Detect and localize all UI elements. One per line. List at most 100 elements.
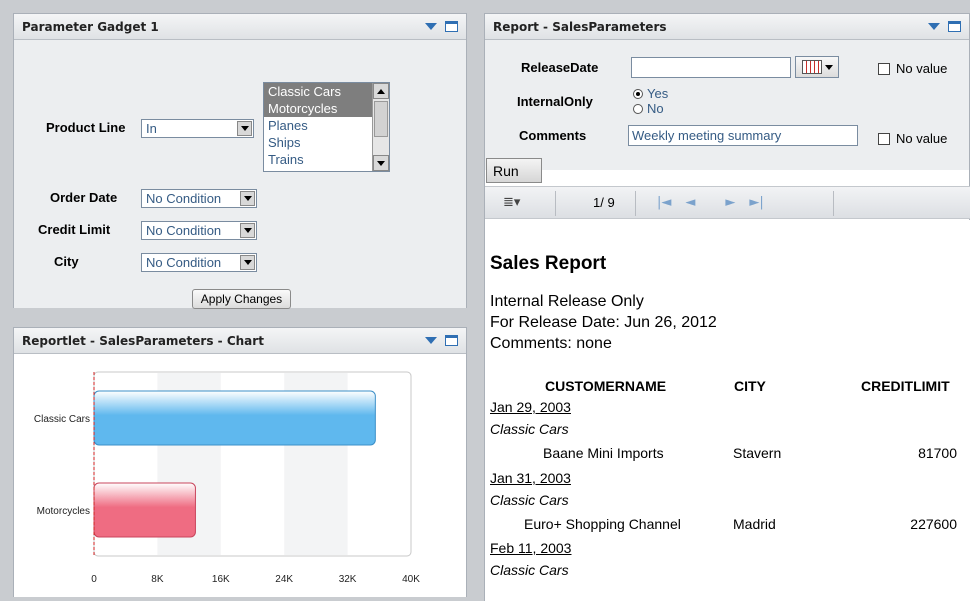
run-button[interactable]: Run <box>486 158 542 183</box>
column-header-customername: CUSTOMERNAME <box>545 378 667 394</box>
group-date: Jan 29, 2003 <box>490 399 571 415</box>
order-date-label: Order Date <box>50 190 118 205</box>
group-product: Classic Cars <box>490 562 569 578</box>
radio-yes-label: Yes <box>647 86 669 101</box>
comments-no-value-checkbox[interactable]: No value <box>878 131 947 146</box>
credit-limit-select[interactable]: No Condition <box>141 221 257 240</box>
x-tick-label: 40K <box>402 574 420 585</box>
dropdown-arrow-icon[interactable] <box>240 191 255 206</box>
scroll-thumb[interactable] <box>374 101 388 137</box>
product-line-option[interactable]: Motorcycles <box>264 100 372 117</box>
toc-menu-button[interactable]: ≣▾ <box>503 187 520 218</box>
x-tick-label: 16K <box>212 574 230 585</box>
pager-separator <box>555 191 556 216</box>
bar <box>93 390 376 446</box>
customer-city: Stavern <box>733 445 782 461</box>
city-select[interactable]: No Condition <box>141 253 257 272</box>
next-page-icon[interactable]: ► <box>725 195 735 210</box>
category-tick-label: Classic Cars <box>34 414 90 425</box>
dropdown-arrow-icon[interactable] <box>240 255 255 270</box>
radio-unselected-icon[interactable] <box>633 103 643 114</box>
product-line-operator-value: In <box>146 121 157 136</box>
product-line-option[interactable]: Classic Cars <box>264 83 372 100</box>
internal-only-label: InternalOnly <box>517 94 593 109</box>
report-panel-header: Report - SalesParameters <box>485 14 969 40</box>
maximize-icon[interactable] <box>948 21 961 32</box>
apply-changes-button[interactable]: Apply Changes <box>192 289 291 309</box>
radio-selected-icon[interactable] <box>633 88 643 99</box>
order-date-select[interactable]: No Condition <box>141 189 257 208</box>
chart-panel-title: Reportlet - SalesParameters - Chart <box>22 333 264 348</box>
scroll-up-icon[interactable] <box>373 83 389 99</box>
radio-yes[interactable]: Yes <box>633 86 668 101</box>
column-header-creditlimit: CREDITLIMIT <box>861 378 950 394</box>
group-date: Feb 11, 2003 <box>490 540 572 556</box>
dropdown-arrow-icon[interactable] <box>237 121 252 136</box>
panel-menu-chevron-icon[interactable] <box>928 23 940 30</box>
report-title: Sales Report <box>490 253 607 274</box>
report-pager: ≣▾ 1/ 9 |◄ ◄ ► ►| <box>485 186 970 219</box>
checkbox-icon[interactable] <box>878 62 890 75</box>
credit-limit-label: Credit Limit <box>38 222 111 237</box>
customer-name: Euro+ Shopping Channel <box>524 516 681 532</box>
panel-menu-chevron-icon[interactable] <box>425 337 437 344</box>
group-product: Classic Cars <box>490 421 569 437</box>
column-header-city: CITY <box>734 378 766 394</box>
city-value: No Condition <box>146 255 222 270</box>
previous-page-icon[interactable]: ◄ <box>685 195 695 210</box>
last-page-icon[interactable]: ►| <box>749 195 763 210</box>
pager-separator <box>635 191 636 216</box>
city-label: City <box>54 254 79 269</box>
checkbox-icon[interactable] <box>878 132 890 145</box>
report-parameters: ReleaseDate No value InternalOnly Yes No… <box>485 40 969 170</box>
dropdown-arrow-icon[interactable] <box>240 223 255 238</box>
listbox-scrollbar[interactable] <box>372 83 389 171</box>
radio-no[interactable]: No <box>633 101 664 116</box>
comments-input[interactable]: Weekly meeting summary <box>628 125 858 146</box>
x-tick-label: 0 <box>91 574 97 585</box>
report-subtitle-line3: Comments: none <box>490 335 612 352</box>
product-line-listbox[interactable]: Classic Cars Motorcycles Planes Ships Tr… <box>263 82 390 172</box>
product-line-option[interactable]: Trains <box>264 151 372 168</box>
maximize-icon[interactable] <box>445 335 458 346</box>
report-panel-title: Report - SalesParameters <box>493 19 667 34</box>
page-indicator: 1/ 9 <box>593 187 615 218</box>
parameter-gadget-body: Product Line In Classic Cars Motorcycles… <box>14 40 466 309</box>
credit-limit-value: 227600 <box>910 516 957 532</box>
scroll-down-icon[interactable] <box>373 155 389 171</box>
x-tick-label: 32K <box>339 574 357 585</box>
no-value-label: No value <box>896 61 948 76</box>
customer-name: Baane Mini Imports <box>543 445 664 461</box>
radio-no-label: No <box>647 101 664 116</box>
product-line-operator-select[interactable]: In <box>141 119 254 138</box>
report-panel: Report - SalesParameters ReleaseDate No … <box>484 13 970 601</box>
release-date-label: ReleaseDate <box>521 60 599 75</box>
parameter-gadget-title: Parameter Gadget 1 <box>22 19 159 34</box>
maximize-icon[interactable] <box>445 21 458 32</box>
product-line-label: Product Line <box>46 120 126 135</box>
product-line-option[interactable]: Planes <box>264 117 372 134</box>
group-date: Jan 31, 2003 <box>490 470 571 486</box>
calendar-icon <box>801 60 822 74</box>
report-subtitle-line1: Internal Release Only <box>490 293 644 310</box>
parameter-gadget-header: Parameter Gadget 1 <box>14 14 466 40</box>
order-date-value: No Condition <box>146 191 222 206</box>
date-picker-button[interactable] <box>795 56 839 78</box>
page-number: 1/ 9 <box>593 195 615 210</box>
chart-panel: Reportlet - SalesParameters - Chart Clas… <box>13 327 467 597</box>
release-date-no-value-checkbox[interactable]: No value <box>878 61 947 76</box>
parameter-gadget-panel: Parameter Gadget 1 Product Line In Class… <box>13 13 467 309</box>
product-line-option[interactable]: Ships <box>264 134 372 151</box>
x-tick-label: 8K <box>151 574 164 585</box>
group-product: Classic Cars <box>490 492 569 508</box>
comments-label: Comments <box>519 128 587 143</box>
bar-chart: Classic Cars Motorcycles 0 8K 16K 24K 32K 40K <box>34 371 420 585</box>
no-value-label: No value <box>896 131 948 146</box>
toc-menu-icon[interactable]: ≣▾ <box>503 195 520 210</box>
release-date-input[interactable] <box>631 57 791 78</box>
dropdown-arrow-icon <box>824 64 833 70</box>
chart-panel-header: Reportlet - SalesParameters - Chart <box>14 328 466 354</box>
first-page-icon[interactable]: |◄ <box>657 195 671 210</box>
panel-menu-chevron-icon[interactable] <box>425 23 437 30</box>
category-tick-label: Motorcycles <box>37 506 90 517</box>
